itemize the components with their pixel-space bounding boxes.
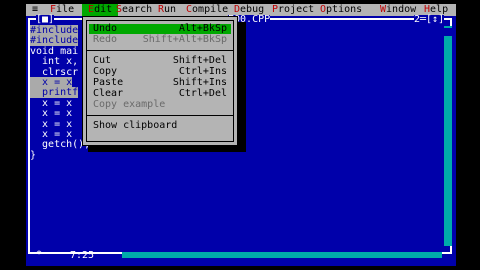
menu-item-label: Redo: [93, 34, 118, 45]
menu-item-undo[interactable]: Undo Alt+BkSp: [89, 24, 231, 34]
cursor-position: 7:25: [70, 250, 95, 261]
menu-item-label: Clear: [93, 88, 124, 99]
menu-item-label: Show clipboard: [93, 120, 178, 131]
menu-item-clear[interactable]: Clear Ctrl+Del: [89, 89, 231, 99]
menu-compile[interactable]: Compile: [186, 4, 228, 16]
menu-search[interactable]: Search: [116, 4, 152, 16]
vertical-scroll-thumb[interactable]: [444, 28, 452, 36]
menu-item-redo[interactable]: Redo Shift+Alt+BkSp: [89, 35, 231, 45]
window-rest: indow: [386, 4, 417, 15]
close-box[interactable]: [■]: [36, 15, 55, 25]
menu-item-label: Undo: [93, 23, 118, 34]
menu-item-copy-example[interactable]: Copy example: [89, 100, 231, 110]
menu-item-show-clipboard[interactable]: Show clipboard: [89, 121, 231, 131]
vertical-scrollbar[interactable]: [444, 26, 452, 246]
menu-edit[interactable]: Edit: [82, 4, 119, 16]
menu-project[interactable]: Project: [272, 4, 314, 16]
menu-run[interactable]: Run: [158, 4, 176, 16]
menu-shadow-right: [238, 22, 246, 150]
run-rest: un: [164, 4, 177, 15]
compile-rest: ompile: [192, 4, 229, 15]
code-line[interactable]: }: [30, 150, 90, 161]
menu-separator: [87, 115, 233, 116]
menu-item-label: Copy example: [93, 99, 166, 110]
search-rest: earch: [122, 4, 153, 15]
menu-item-shortcut: Alt+BkSp: [178, 23, 227, 34]
menu-item-shortcut: Shift+Alt+BkSp: [142, 34, 227, 45]
menu-item-label: Copy: [93, 66, 118, 77]
edit-menu-dropdown: Undo Alt+BkSp Redo Shift+Alt+BkSp Cut Shift+D…: [82, 16, 238, 146]
window-number-zoom[interactable]: 2═[↕]: [414, 15, 445, 25]
menu-item-cut[interactable]: Cut Shift+Del: [89, 56, 231, 66]
menu-item-label: Paste: [93, 77, 124, 88]
menu-window[interactable]: Window: [380, 4, 416, 16]
menu-item-copy[interactable]: Copy Ctrl+Ins: [89, 67, 231, 77]
edit-rest: dit: [94, 4, 113, 15]
file-rest: ile: [56, 4, 75, 15]
edit-menu-border: Undo Alt+BkSp Redo Shift+Alt+BkSp Cut Shift+D…: [86, 20, 234, 142]
menu-options[interactable]: Options: [320, 4, 362, 16]
menu-item-paste[interactable]: Paste Shift+Ins: [89, 78, 231, 88]
menu-item-shortcut: Ctrl+Ins: [178, 66, 227, 77]
turbo-cpp-window: ≡ File Edit Search Run Compile Debug Project…: [0, 0, 480, 270]
menu-item-shortcut: Shift+Del: [172, 55, 227, 66]
options-rest: ptions: [326, 4, 363, 15]
menu-item-label: Cut: [93, 55, 112, 66]
ide-screen: ≡ File Edit Search Run Compile Debug Project…: [26, 4, 456, 266]
horizontal-scrollbar[interactable]: [122, 252, 442, 258]
menu-shadow-bottom: [88, 146, 246, 152]
menu-item-shortcut: Ctrl+Del: [178, 88, 227, 99]
project-rest: roject: [278, 4, 315, 15]
menu-item-shortcut: Shift+Ins: [172, 77, 227, 88]
menu-separator: [87, 50, 233, 51]
modified-indicator: *: [36, 249, 43, 260]
